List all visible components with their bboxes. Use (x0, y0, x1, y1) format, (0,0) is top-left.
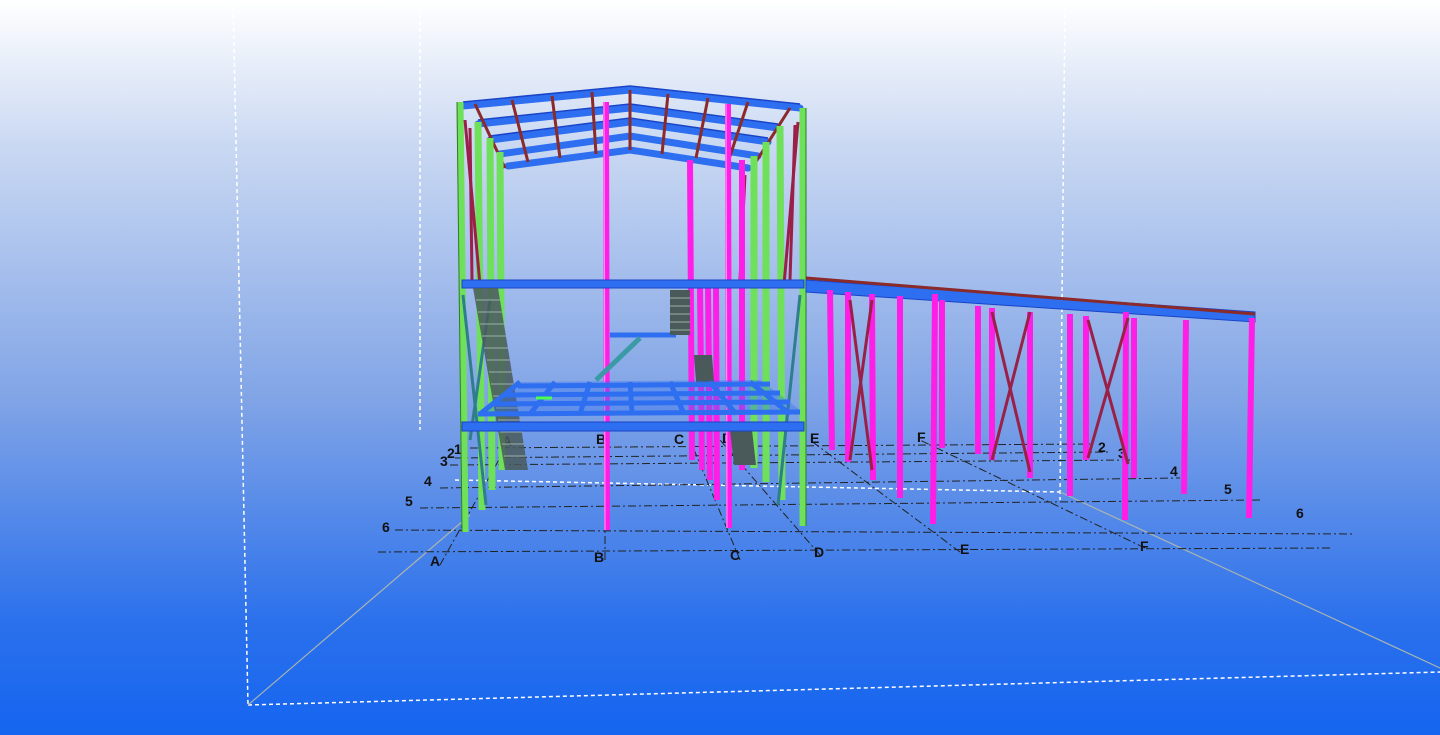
work-area-box (232, 0, 1440, 706)
grid-label-letter: E (810, 430, 819, 446)
grid-label-number: 2 (1098, 439, 1106, 455)
grid-label-letter: F (1140, 538, 1149, 554)
grid-label-number: 2 (447, 445, 455, 461)
model-scene[interactable]: ABCDEFABCDEF12345623456 (0, 0, 1440, 735)
grid-label-letter: C (730, 547, 740, 563)
grid-label-letter: B (594, 549, 604, 565)
grid-label-number: 5 (405, 493, 413, 509)
model-viewport[interactable]: ABCDEFABCDEF12345623456 (0, 0, 1440, 735)
grid-label-number: 4 (1170, 463, 1178, 479)
pipe-rack-columns (827, 289, 1255, 525)
grid-label-number: 3 (440, 453, 448, 469)
grid-label-letter: D (814, 544, 824, 560)
grid-label-number: 4 (424, 473, 432, 489)
work-area-diagonals (247, 491, 1440, 706)
grid-label-letter: C (674, 431, 684, 447)
lower-floor-framing (461, 380, 805, 432)
grid-label-number: 6 (382, 519, 390, 535)
grid-label-number: 6 (1296, 505, 1304, 521)
grid-label-number: 5 (1224, 481, 1232, 497)
grid-label-letter: A (430, 553, 440, 569)
grid-label-letter: E (960, 541, 969, 557)
grid-label-letter: F (917, 429, 926, 445)
